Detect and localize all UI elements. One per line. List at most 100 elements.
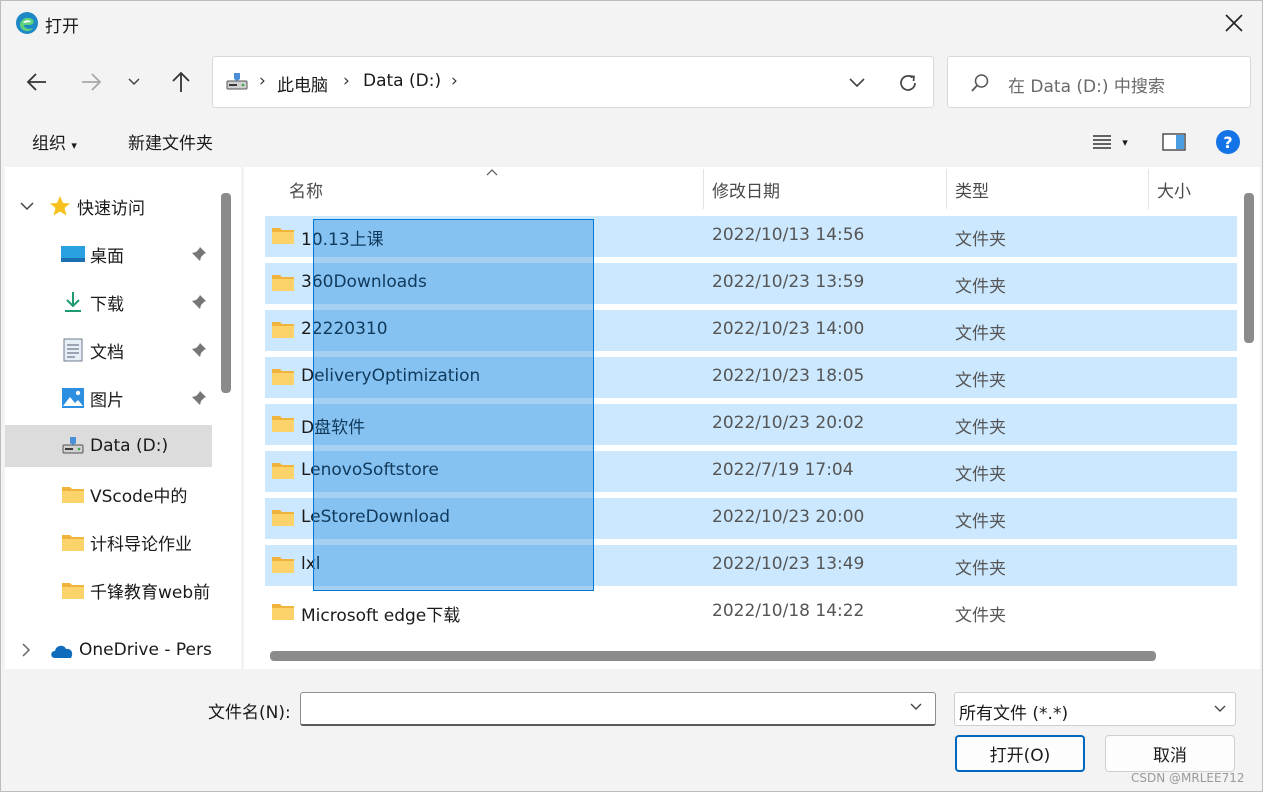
folder-icon [272,463,294,479]
desktop-icon [61,246,85,262]
breadcrumb-separator: › [451,71,458,91]
chevron-down-icon [128,78,140,86]
help-button[interactable]: ? [1214,127,1242,157]
star-icon [50,196,70,216]
file-name: 360Downloads [301,272,427,292]
chevron-down-icon [849,78,865,88]
file-date: 2022/10/23 13:59 [712,272,865,292]
file-row[interactable]: lxl 2022/10/23 13:49 文件夹 [265,545,1237,586]
navigation-pane: 快速访问 桌面 下载 文档 图片 Data (D:) VScode中的 计科导论… [5,167,241,669]
sidebar-item-folder[interactable]: 计科导论作业 [5,521,212,563]
folder-icon [62,583,84,599]
file-name: LenovoSoftstore [301,460,439,480]
file-type: 文件夹 [955,371,1006,391]
address-dropdown-button[interactable] [841,69,873,97]
close-button[interactable] [1214,5,1254,41]
search-box[interactable]: 在 Data (D:) 中搜索 [947,56,1251,108]
sidebar-item-label: 桌面 [90,246,124,267]
cancel-button[interactable]: 取消 [1105,735,1235,772]
column-header-size[interactable]: 大小 [1157,177,1191,202]
organize-button[interactable]: 组织 ▾ [32,129,77,154]
document-icon [63,338,83,362]
filetype-value: 所有文件 (*.*) [959,704,1069,724]
filetype-select[interactable]: 所有文件 (*.*) [954,692,1236,726]
sidebar-item-label: 千锋教育web前 [90,582,211,603]
file-name: Microsoft edge下载 [301,606,461,626]
chevron-down-icon [20,201,34,210]
file-type: 文件夹 [955,606,1006,626]
file-row[interactable]: Microsoft edge下载 2022/10/18 14:22 文件夹 [265,592,1237,633]
filename-label: 文件名(N): [208,703,291,723]
file-row[interactable]: 360Downloads 2022/10/23 13:59 文件夹 [265,263,1237,304]
column-header-name[interactable]: 名称 [289,177,323,202]
arrow-left-icon [26,73,46,91]
file-date: 2022/7/19 17:04 [712,460,854,480]
address-bar[interactable]: › 此电脑 › Data (D:) › [212,56,934,108]
vertical-scrollbar[interactable] [1244,193,1254,343]
column-header-type[interactable]: 类型 [955,177,989,202]
file-date: 2022/10/23 20:00 [712,507,865,527]
filename-input[interactable] [300,692,936,726]
title-bar: 打开 [1,1,1262,45]
sidebar-item-folder[interactable]: VScode中的 [5,473,212,515]
new-folder-button[interactable]: 新建文件夹 [128,129,213,154]
sidebar-item-label: 图片 [90,390,124,411]
breadcrumb-this-pc[interactable]: 此电脑 [277,71,328,96]
column-header-date[interactable]: 修改日期 [712,177,780,202]
file-row[interactable]: DeliveryOptimization 2022/10/23 18:05 文件… [265,357,1237,398]
refresh-button[interactable] [891,67,925,99]
file-date: 2022/10/23 14:00 [712,319,865,339]
sidebar-item-quick-access[interactable]: 快速访问 [5,185,212,227]
horizontal-scrollbar[interactable] [270,651,1156,661]
sidebar-item-onedrive[interactable]: OneDrive - Pers [5,629,212,669]
column-divider[interactable] [703,169,704,209]
sidebar-scrollbar[interactable] [221,193,231,393]
recent-locations-button[interactable] [119,61,149,103]
sidebar-item-data-drive[interactable]: Data (D:) [5,425,212,467]
folder-icon [272,510,294,526]
column-divider[interactable] [1148,169,1149,209]
chevron-right-icon [22,643,31,657]
sidebar-item-label: VScode中的 [90,486,188,507]
preview-pane-button[interactable] [1159,127,1189,157]
sidebar-item-desktop[interactable]: 桌面 [5,233,212,275]
breadcrumb-data-drive[interactable]: Data (D:) [363,71,441,91]
sidebar-item-folder[interactable]: 千锋教育web前 [5,569,212,611]
file-name: LeStoreDownload [301,507,451,527]
file-row[interactable]: D盘软件 2022/10/23 20:02 文件夹 [265,404,1237,445]
forward-button[interactable] [73,61,109,103]
picture-icon [62,388,84,408]
file-type: 文件夹 [955,324,1006,344]
organize-label: 组织 [32,134,66,154]
open-file-dialog: 打开 › 此电脑 › Data (D:) › 在 Data (D:) 中搜索 组… [0,0,1263,792]
file-type: 文件夹 [955,465,1006,485]
download-icon [65,292,81,312]
folder-icon [272,557,294,573]
file-row[interactable]: LenovoSoftstore 2022/7/19 17:04 文件夹 [265,451,1237,492]
file-type: 文件夹 [955,277,1006,297]
sidebar-item-documents[interactable]: 文档 [5,329,212,371]
list-view-icon [1093,135,1112,149]
view-options-button[interactable]: ▾ [1083,127,1137,157]
sidebar-item-downloads[interactable]: 下载 [5,281,212,323]
sidebar-item-pictures[interactable]: 图片 [5,377,212,419]
column-divider[interactable] [946,169,947,209]
open-button[interactable]: 打开(O) [955,735,1085,772]
chevron-down-icon[interactable] [909,699,923,713]
file-name: 22220310 [301,319,388,339]
sort-ascending-icon [486,169,498,176]
up-button[interactable] [163,61,199,103]
file-row[interactable]: LeStoreDownload 2022/10/23 20:00 文件夹 [265,498,1237,539]
close-icon [1225,14,1243,32]
sidebar-item-label: 下载 [90,294,124,315]
sidebar-item-label: OneDrive - Pers [79,640,212,660]
pin-icon [192,343,206,357]
file-list: 名称 修改日期 类型 大小 10.13上课 2022/10/13 14:56 文… [244,167,1260,669]
back-button[interactable] [19,61,55,103]
file-name: D盘软件 [301,418,366,438]
file-row[interactable]: 10.13上课 2022/10/13 14:56 文件夹 [265,216,1237,257]
file-row[interactable]: 22220310 2022/10/23 14:00 文件夹 [265,310,1237,351]
breadcrumb-separator: › [259,71,266,91]
folder-icon [272,604,294,620]
folder-icon [62,535,84,551]
